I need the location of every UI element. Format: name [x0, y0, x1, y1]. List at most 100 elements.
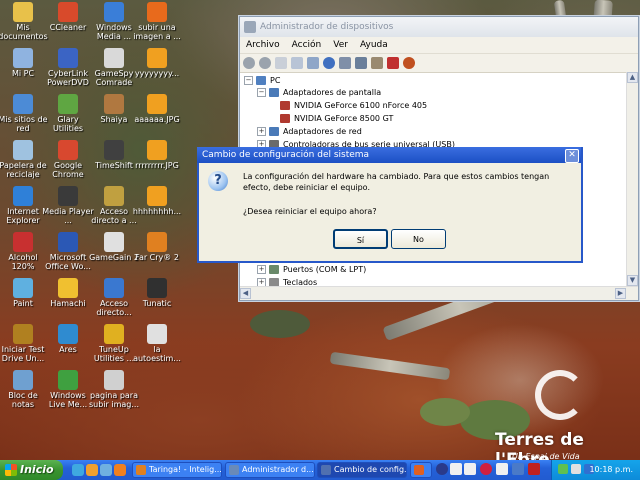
forward-icon[interactable]	[259, 57, 271, 69]
taskbar-button[interactable]: Taringa! - Intelig...	[132, 462, 222, 478]
quicklaunch-desktop-icon[interactable]	[100, 464, 112, 476]
restart-dialog[interactable]: Cambio de configuración del sistema ✕ ? …	[197, 147, 583, 263]
properties-icon[interactable]	[291, 57, 303, 69]
start-button[interactable]: Inicio	[0, 460, 63, 480]
desktop-icon[interactable]: pagina para subir imag...	[88, 370, 140, 409]
quicklaunch-ie-icon[interactable]	[72, 464, 84, 476]
taskbar-button[interactable]	[410, 462, 432, 478]
quicklaunch-firefox-icon[interactable]	[86, 464, 98, 476]
no-button[interactable]: No	[391, 229, 446, 249]
desktop-icon-image	[58, 140, 78, 160]
tree-node[interactable]: − Adaptadores de pantalla	[257, 86, 381, 98]
tree-node-label: NVIDIA GeForce 6100 nForce 405	[294, 100, 428, 110]
media-playlist-icon[interactable]	[528, 463, 540, 475]
device-icon	[280, 113, 290, 123]
tree-node[interactable]: + Adaptadores de red	[257, 125, 362, 137]
device-manager-icon	[244, 21, 256, 33]
vertical-scrollbar[interactable]: ▲ ▼	[626, 72, 638, 286]
taskbar-button-icon	[136, 465, 146, 475]
disable-icon[interactable]	[371, 57, 383, 69]
tray-app-icon[interactable]	[558, 464, 568, 474]
close-icon[interactable]: ✕	[565, 149, 579, 163]
tree-node[interactable]: − PC	[244, 74, 280, 86]
desktop-icon-image	[147, 94, 167, 114]
back-icon[interactable]	[243, 57, 255, 69]
tree-node[interactable]: + Puertos (COM & LPT)	[257, 263, 366, 275]
device-manager-titlebar[interactable]: Administrador de dispositivos	[240, 17, 638, 37]
media-volume-icon[interactable]	[512, 463, 524, 475]
desktop-icon[interactable]: Far Cry® 2	[131, 232, 183, 262]
horizontal-scrollbar[interactable]: ◀ ▶	[240, 286, 638, 300]
menu-ayuda[interactable]: Ayuda	[354, 40, 394, 50]
media-next-icon[interactable]	[496, 463, 508, 475]
desktop-icon-image	[147, 48, 167, 68]
desktop-icon[interactable]: yyyyyyyy...	[131, 48, 183, 78]
scroll-up-button[interactable]: ▲	[627, 72, 638, 83]
desktop-icon-image	[13, 278, 33, 298]
media-prev-icon[interactable]	[464, 463, 476, 475]
media-pause-icon[interactable]	[480, 463, 492, 475]
windows-logo-icon	[5, 464, 17, 476]
desktop-icon[interactable]: aaaaaa.JPG	[131, 94, 183, 124]
desktop-icon-image	[104, 278, 124, 298]
desktop-icon[interactable]: Microsoft Office Wo...	[42, 232, 94, 271]
yes-button[interactable]: Sí	[333, 229, 388, 249]
desktop-icon-image	[58, 324, 78, 344]
desktop-icon[interactable]: Ares	[42, 324, 94, 354]
volume-icon[interactable]	[571, 464, 581, 474]
desktop-icon[interactable]: Media Player ...	[42, 186, 94, 225]
update-driver-icon[interactable]	[355, 57, 367, 69]
desktop-icon-label: Media Player ...	[42, 207, 94, 225]
uninstall-icon[interactable]	[387, 57, 399, 69]
scroll-down-button[interactable]: ▼	[627, 275, 638, 286]
system-tray: 10:18 p.m.	[551, 460, 640, 480]
desktop-icon[interactable]: Tunatic	[131, 278, 183, 308]
menu-ver[interactable]: Ver	[327, 40, 354, 50]
taskbar-button-label: Administrador d...	[242, 465, 314, 474]
desktop-icon[interactable]: Hamachi	[42, 278, 94, 308]
enable-icon[interactable]	[403, 57, 415, 69]
desktop-icon-image	[104, 370, 124, 390]
desktop-icon[interactable]: la autoestim...	[131, 324, 183, 363]
view-icon[interactable]	[307, 57, 319, 69]
desktop-icon[interactable]: rrrrrrrrr.JPG	[131, 140, 183, 170]
tree-node[interactable]: NVIDIA GeForce 8500 GT	[270, 112, 393, 124]
menu-archivo[interactable]: Archivo	[240, 40, 286, 50]
desktop-icon[interactable]: hhhhhhhh...	[131, 186, 183, 216]
tree-node-label: NVIDIA GeForce 8500 GT	[294, 113, 394, 123]
desktop-icon[interactable]: CyberLink PowerDVD	[42, 48, 94, 87]
desktop-icon[interactable]: Glary Utilities	[42, 94, 94, 133]
desktop-icon[interactable]: Google Chrome	[42, 140, 94, 179]
desktop-icon[interactable]: CCleaner	[42, 2, 94, 32]
media-back-icon[interactable]	[436, 463, 448, 475]
tree-node-label: Adaptadores de pantalla	[283, 87, 382, 97]
scan-hardware-icon[interactable]	[339, 57, 351, 69]
taskbar-button[interactable]: Administrador d...	[225, 462, 315, 478]
tree-expander[interactable]: +	[257, 126, 266, 136]
up-icon[interactable]	[275, 57, 287, 69]
desktop-icon-label: Far Cry® 2	[135, 253, 179, 262]
tree-expander[interactable]: −	[244, 75, 253, 85]
desktop-icon-image	[147, 186, 167, 206]
desktop-icon[interactable]: subir una imagen a ...	[131, 2, 183, 41]
scroll-left-button[interactable]: ◀	[240, 288, 251, 299]
desktop-icon-image	[13, 94, 33, 114]
quicklaunch-media-icon[interactable]	[114, 464, 126, 476]
desktop-icon-image	[58, 48, 78, 68]
desktop-icon-image	[104, 186, 124, 206]
media-stop-icon[interactable]	[450, 463, 462, 475]
menu-bar: Archivo Acción Ver Ayuda	[240, 37, 638, 54]
tree-expander[interactable]: +	[257, 264, 266, 274]
scroll-right-button[interactable]: ▶	[615, 288, 626, 299]
desktop-icon[interactable]: Windows Live Me...	[42, 370, 94, 409]
taskbar-button[interactable]: Cambio de config...	[317, 462, 407, 478]
taskbar-button-icon	[414, 465, 424, 475]
menu-accion[interactable]: Acción	[286, 40, 328, 50]
desktop-icon-image	[58, 2, 78, 22]
dialog-titlebar[interactable]: Cambio de configuración del sistema ✕	[197, 147, 581, 163]
tree-node[interactable]: NVIDIA GeForce 6100 nForce 405	[270, 99, 427, 111]
wallpaper-tagline: Un Espai de Vida	[512, 452, 580, 460]
help-icon[interactable]	[323, 57, 335, 69]
tree-expander[interactable]: −	[257, 87, 266, 97]
device-icon	[269, 264, 279, 274]
